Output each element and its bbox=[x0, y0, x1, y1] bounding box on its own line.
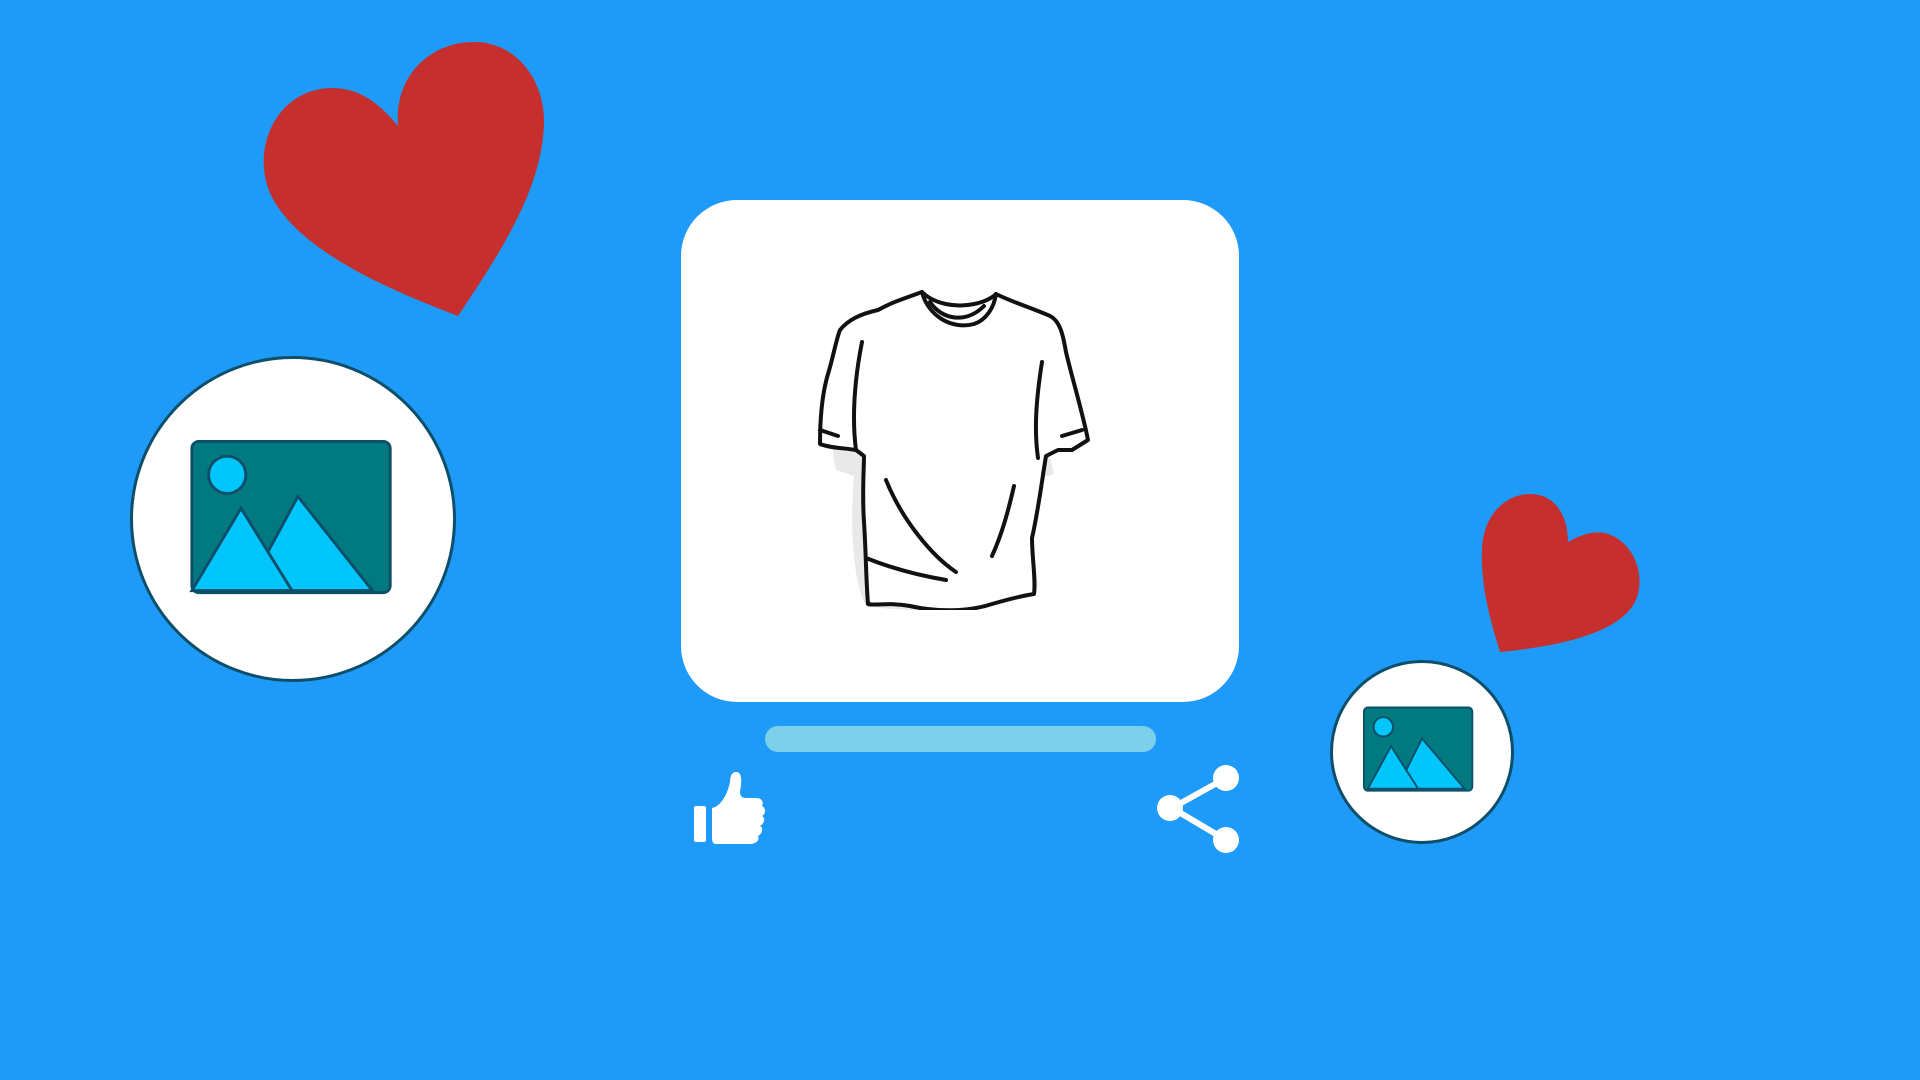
heart-icon bbox=[263, 42, 544, 316]
image-placeholder-bubble bbox=[130, 356, 456, 682]
post-card[interactable] bbox=[681, 200, 1239, 702]
social-post-scene bbox=[0, 0, 1920, 1080]
share-icon bbox=[1157, 765, 1239, 853]
image-icon bbox=[189, 439, 392, 595]
thumbs-up-icon bbox=[694, 772, 765, 844]
share-button[interactable] bbox=[1154, 760, 1242, 856]
like-button[interactable] bbox=[690, 770, 766, 846]
heart-icon bbox=[1481, 494, 1640, 652]
image-placeholder-bubble bbox=[1330, 660, 1514, 844]
caption-placeholder-bar bbox=[765, 726, 1156, 752]
image-icon bbox=[1362, 706, 1474, 792]
tshirt-icon bbox=[818, 290, 1090, 610]
